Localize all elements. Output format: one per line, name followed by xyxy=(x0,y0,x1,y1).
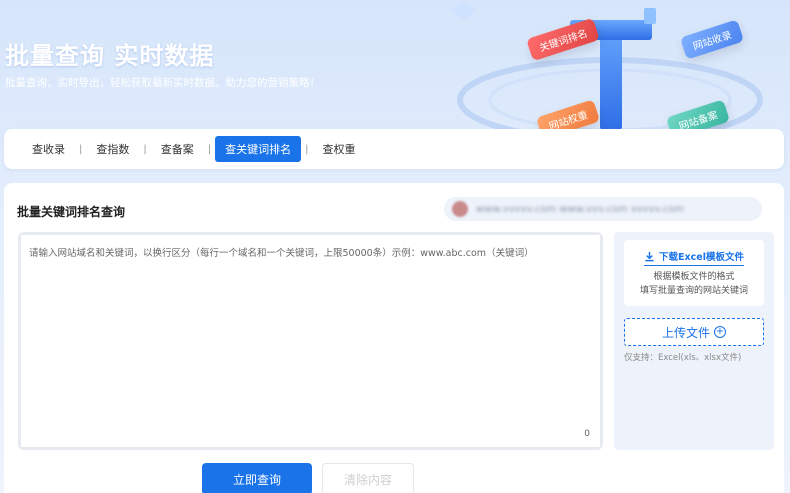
download-template-link[interactable]: 下载Excel模板文件 xyxy=(644,249,744,266)
tab-separator: | xyxy=(143,143,147,155)
tab-check-index[interactable]: 查收录 xyxy=(22,136,75,162)
hint-line-2: 填写批量查询的网站关键词 xyxy=(639,286,748,296)
tab-keyword-ranking[interactable]: 查关键词排名 xyxy=(215,136,302,162)
upload-file-button[interactable]: 上传文件 + xyxy=(624,318,764,346)
panel-title: 批量关键词排名查询 xyxy=(17,205,126,219)
upload-label: 上传文件 xyxy=(661,325,710,340)
tab-separator: | xyxy=(79,143,83,155)
support-text: 仅支持：Excel(xls、xlsx文件) xyxy=(624,353,742,363)
hero-title: 批量查询 实时数据 xyxy=(5,42,215,70)
user-info-text: www.vvvvv.com www.vvv.com vvvvv.com xyxy=(476,203,685,215)
avatar xyxy=(452,201,468,217)
hero-subtitle: 批量查询，实时导出，轻松获取最新实时数据，助力您的营销策略！ xyxy=(5,77,320,89)
tab-check-index-value[interactable]: 查指数 xyxy=(86,136,139,162)
upload-panel: 下载Excel模板文件 根据模板文件的格式 填写批量查询的网站关键词 上传文件 … xyxy=(614,232,774,450)
download-label: 下载Excel模板文件 xyxy=(659,252,744,263)
keyword-textarea[interactable] xyxy=(21,235,600,447)
tab-check-record[interactable]: 查备案 xyxy=(151,136,204,162)
hint-line-1: 根据模板文件的格式 xyxy=(653,272,735,282)
plus-circle-icon: + xyxy=(714,326,726,338)
tab-separator: | xyxy=(305,143,309,155)
user-info-pill: www.vvvvv.com www.vvv.com vvvvv.com xyxy=(444,197,762,221)
tab-separator: | xyxy=(207,143,212,155)
tab-bar: 查收录 | 查指数 | 查备案 | 查关键词排名 | 查权重 xyxy=(4,129,784,169)
query-panel: 批量关键词排名查询 www.vvvvv.com www.vvv.com vvvv… xyxy=(4,183,784,493)
hero-banner: 批量查询 实时数据 批量查询，实时导出，轻松获取最新实时数据，助力您的营销策略！… xyxy=(0,0,790,130)
keyword-input-box: 0 xyxy=(18,232,603,450)
char-count: 0 xyxy=(584,429,590,439)
download-icon xyxy=(645,251,654,261)
hero-graphic xyxy=(450,2,763,130)
download-card: 下载Excel模板文件 根据模板文件的格式 填写批量查询的网站关键词 xyxy=(624,240,764,306)
clear-button[interactable]: 清除内容 xyxy=(322,463,414,493)
hero-illustration: 关键词排名 网站收录 网站权重 网站备案 xyxy=(420,0,790,130)
tab-check-weight[interactable]: 查权重 xyxy=(313,136,366,162)
query-button[interactable]: 立即查询 xyxy=(202,463,312,493)
